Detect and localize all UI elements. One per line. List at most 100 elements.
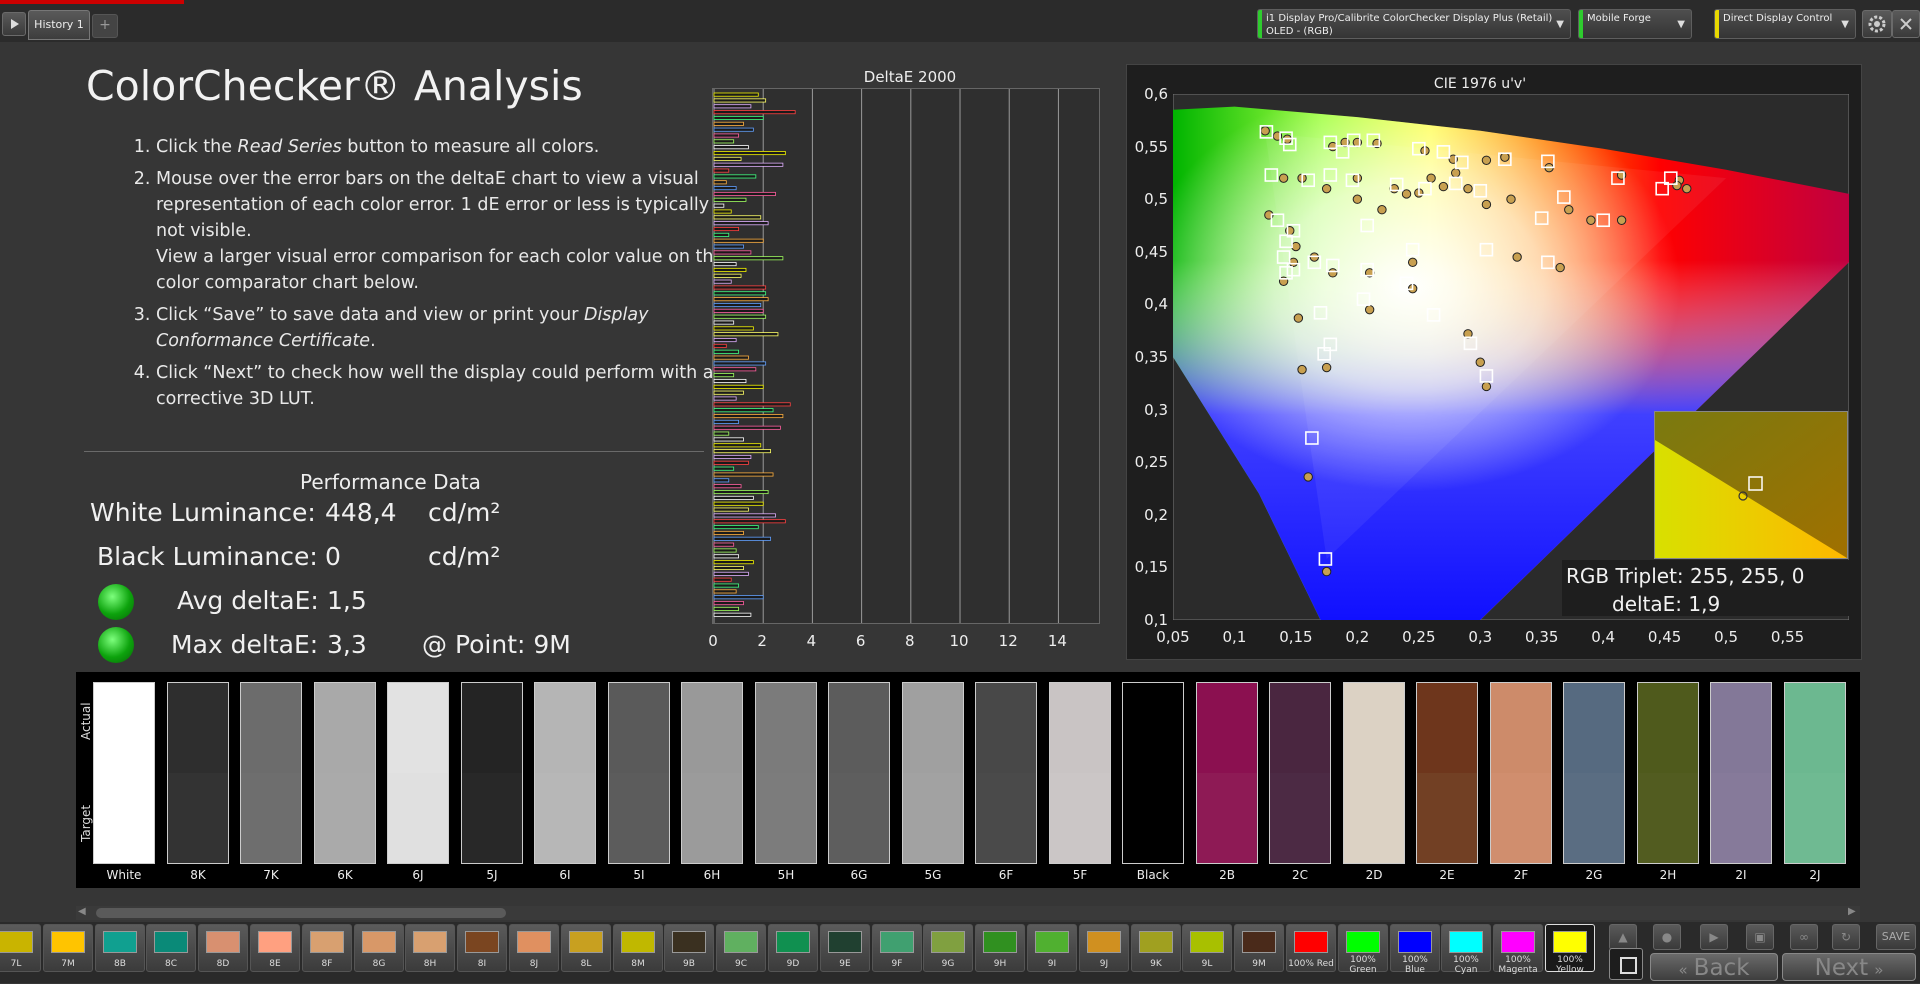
deltae-bar[interactable] — [713, 495, 754, 500]
deltae-bar[interactable] — [713, 343, 727, 348]
patch-button[interactable]: 9I — [1027, 924, 1077, 972]
record-button[interactable]: ● — [1653, 924, 1681, 950]
add-tab-button[interactable]: + — [92, 14, 118, 38]
measured-point[interactable] — [1481, 381, 1492, 392]
measured-point[interactable] — [1481, 199, 1492, 210]
measured-point[interactable] — [1278, 173, 1289, 183]
measured-point[interactable] — [1512, 252, 1522, 262]
measured-point[interactable] — [1364, 304, 1375, 315]
patch-button[interactable]: 9J — [1079, 924, 1129, 972]
color-swatch[interactable] — [1710, 682, 1772, 864]
deltae-bar[interactable] — [713, 110, 796, 115]
measured-point[interactable] — [1438, 181, 1449, 192]
patch-button[interactable]: 100% Green — [1338, 924, 1388, 975]
deltae-bar[interactable] — [713, 373, 735, 378]
measured-point[interactable] — [1321, 566, 1332, 577]
patch-button[interactable]: 8L — [561, 924, 611, 972]
deltae-chart[interactable] — [712, 88, 1100, 624]
measured-point[interactable] — [1328, 268, 1338, 278]
color-swatch[interactable] — [1122, 682, 1184, 864]
deltae-bar[interactable] — [713, 104, 752, 109]
deltae-bar[interactable] — [713, 378, 747, 383]
deltae-bar[interactable] — [713, 332, 779, 337]
deltae-bar[interactable] — [713, 262, 737, 267]
measured-point[interactable] — [1450, 168, 1461, 178]
deltae-bar[interactable] — [713, 565, 744, 571]
deltae-bar[interactable] — [713, 530, 744, 535]
deltae-bar[interactable] — [713, 98, 767, 103]
patch-button[interactable]: 8I — [457, 924, 507, 972]
deltae-bar[interactable] — [713, 536, 771, 541]
deltae-bar[interactable] — [713, 267, 747, 272]
color-swatch[interactable] — [240, 682, 302, 864]
deltae-bar[interactable] — [713, 227, 740, 232]
deltae-bar[interactable] — [713, 115, 764, 120]
measured-point[interactable] — [1303, 472, 1313, 482]
color-swatch[interactable] — [828, 682, 890, 864]
measured-point[interactable] — [1321, 183, 1332, 194]
measured-point[interactable] — [1352, 194, 1363, 204]
patch-button[interactable]: 8J — [509, 924, 559, 972]
color-swatch[interactable] — [1416, 682, 1478, 864]
deltae-bar[interactable] — [713, 291, 767, 296]
measured-point[interactable] — [1377, 205, 1387, 215]
deltae-bar[interactable] — [713, 215, 762, 220]
refresh-button[interactable]: ↻ — [1832, 924, 1860, 950]
measured-point[interactable] — [1407, 257, 1418, 268]
color-swatch[interactable] — [1196, 682, 1258, 864]
color-swatch[interactable] — [314, 682, 376, 864]
tab-history-1[interactable]: History 1 — [28, 10, 90, 40]
deltae-bar[interactable] — [713, 361, 767, 366]
scrollbar-thumb[interactable] — [96, 908, 506, 918]
deltae-bar[interactable] — [713, 384, 764, 389]
deltae-bar[interactable] — [713, 221, 769, 226]
deltae-bar[interactable] — [713, 250, 752, 255]
color-swatch[interactable] — [461, 682, 523, 864]
deltae-bar[interactable] — [713, 589, 737, 594]
deltae-bar[interactable] — [713, 367, 757, 372]
save-button[interactable]: SAVE — [1876, 924, 1916, 950]
color-swatch[interactable] — [755, 682, 817, 864]
deltae-bar[interactable] — [713, 320, 735, 325]
meter-dropdown[interactable]: i1 Display Pro/Calibrite ColorChecker Di… — [1257, 9, 1571, 39]
patch-button[interactable]: 9E — [820, 924, 870, 972]
scroll-left-icon[interactable]: ◀ — [78, 906, 86, 917]
deltae-bar[interactable] — [713, 519, 786, 524]
pattern-generator-dropdown[interactable]: Mobile Forge ▼ — [1578, 9, 1692, 39]
deltae-bar[interactable] — [713, 256, 784, 261]
patch-button[interactable]: 8E — [250, 924, 300, 972]
deltae-bar[interactable] — [713, 156, 742, 161]
deltae-bar[interactable] — [713, 507, 749, 512]
deltae-bar[interactable] — [713, 180, 727, 185]
measured-point[interactable] — [1426, 173, 1436, 183]
measured-point[interactable] — [1682, 183, 1692, 194]
deltae-bar[interactable] — [713, 92, 759, 97]
color-swatch[interactable] — [93, 682, 155, 864]
patch-button[interactable]: 9D — [768, 924, 818, 972]
color-swatch[interactable] — [975, 682, 1037, 864]
deltae-bar[interactable] — [713, 472, 774, 477]
patch-button[interactable]: 8G — [354, 924, 404, 972]
patch-button[interactable]: 9F — [872, 924, 922, 972]
settings-button[interactable] — [1862, 10, 1892, 38]
deltae-bar[interactable] — [713, 162, 784, 167]
color-swatch[interactable] — [1784, 682, 1846, 864]
deltae-bar[interactable] — [713, 571, 749, 576]
deltae-bar[interactable] — [713, 560, 754, 565]
deltae-bar[interactable] — [713, 145, 749, 150]
color-swatch[interactable] — [167, 682, 229, 864]
deltae-bar[interactable] — [713, 127, 754, 132]
deltae-bar[interactable] — [713, 151, 786, 156]
patch-button[interactable]: 8H — [405, 924, 455, 972]
patch-button[interactable]: 8F — [302, 924, 352, 972]
deltae-bar[interactable] — [713, 577, 732, 582]
measured-point[interactable] — [1564, 205, 1574, 215]
color-swatch[interactable] — [1343, 682, 1405, 864]
deltae-bar[interactable] — [713, 232, 730, 237]
scroll-right-icon[interactable]: ▶ — [1848, 906, 1856, 917]
deltae-bar[interactable] — [713, 197, 747, 202]
deltae-bar[interactable] — [713, 174, 757, 179]
patch-button[interactable]: 9G — [923, 924, 973, 972]
color-swatch[interactable] — [1269, 682, 1331, 864]
deltae-bar[interactable] — [713, 314, 767, 319]
